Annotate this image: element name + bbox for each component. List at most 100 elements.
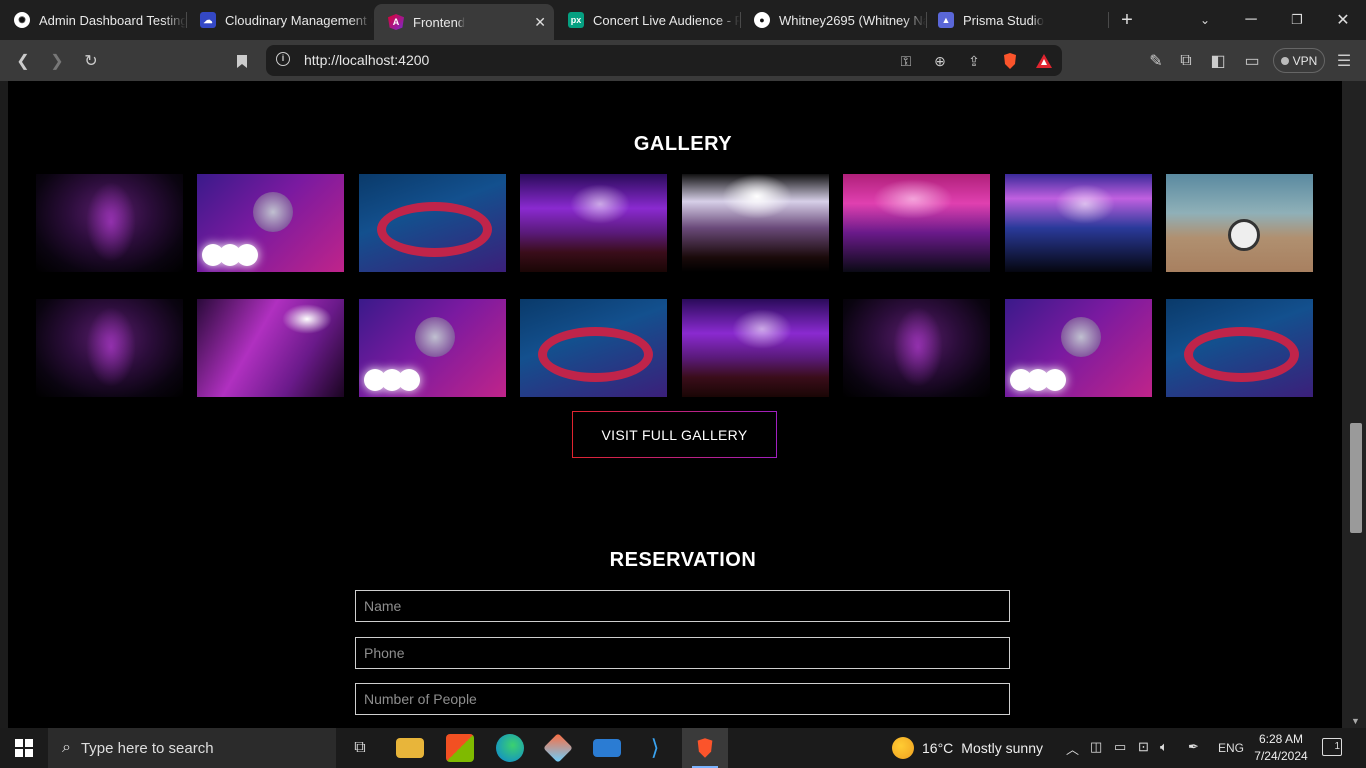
start-button[interactable] xyxy=(0,728,48,768)
page-viewport: GALLERY VISIT FULL GALLERY RESERVATION N… xyxy=(0,81,1366,728)
microsoft-store-icon[interactable] xyxy=(446,734,474,762)
taskbar-search-placeholder: Type here to search xyxy=(80,739,214,757)
visit-full-gallery-button[interactable]: VISIT FULL GALLERY xyxy=(572,411,777,458)
name-input[interactable] xyxy=(355,590,1010,622)
scrollbar-thumb[interactable] xyxy=(1350,423,1362,533)
gallery-image-drum-kit-beach[interactable] xyxy=(1166,174,1313,272)
notification-center-icon[interactable]: 1 xyxy=(1322,738,1342,756)
vpn-button[interactable]: VPN xyxy=(1273,48,1325,73)
gallery-image-red-headphones[interactable] xyxy=(1166,299,1313,397)
new-tab-button[interactable]: + xyxy=(1104,0,1150,40)
pen-icon[interactable]: ✒ xyxy=(1188,739,1199,755)
extensions-icon[interactable]: ⧉ xyxy=(1173,48,1199,74)
gallery-image-studio-headphones[interactable] xyxy=(36,174,183,272)
minimize-button[interactable]: ─ xyxy=(1228,0,1274,40)
angular-icon: A xyxy=(388,14,404,30)
clock-date: 7/24/2024 xyxy=(1254,749,1308,763)
windows-icon xyxy=(15,739,33,757)
language-indicator[interactable]: ENG xyxy=(1218,741,1244,755)
file-explorer-icon[interactable] xyxy=(396,738,424,758)
edge-icon[interactable] xyxy=(496,734,524,762)
task-view-icon[interactable]: ⧉ xyxy=(346,734,374,762)
gallery-image-concert-crowd-purple[interactable] xyxy=(682,299,829,397)
tab-title: Whitney2695 (Whitney Na xyxy=(779,12,926,28)
close-window-button[interactable]: ✕ xyxy=(1320,0,1366,40)
vpn-label: VPN xyxy=(1292,53,1318,68)
address-bar[interactable]: i http://localhost:4200 ⚿ ⊕ ⇪ xyxy=(266,45,1062,76)
scroll-down-arrow-icon[interactable]: ▼ xyxy=(1351,716,1360,726)
sidebar-icon[interactable]: ◧ xyxy=(1205,48,1231,74)
gallery-image-concert-crowd-blue[interactable] xyxy=(1005,174,1152,272)
gallery-title: GALLERY xyxy=(633,133,733,155)
search-icon: ⌕ xyxy=(62,739,71,756)
tab-pexels[interactable]: px Concert Live Audience - Fr xyxy=(554,0,740,40)
vscode-icon[interactable]: ⟩ xyxy=(641,734,669,762)
git-kraken-icon[interactable] xyxy=(543,733,573,763)
brave-rewards-icon[interactable] xyxy=(1034,51,1054,71)
taskbar-clock[interactable]: 6:28 AM 7/24/2024 xyxy=(1246,731,1316,765)
password-key-icon[interactable]: ⚿ xyxy=(896,51,916,71)
page-scrollbar[interactable]: ▼ xyxy=(1342,81,1366,728)
tab-title: Concert Live Audience - Fr xyxy=(593,12,740,28)
page-left-border xyxy=(0,81,8,728)
cloudinary-icon: ☁ xyxy=(200,12,216,28)
site-info-icon[interactable]: i xyxy=(276,52,290,66)
url-text[interactable]: http://localhost:4200 xyxy=(304,52,429,68)
show-hidden-icons-chevron-icon[interactable]: ︿ xyxy=(1066,739,1079,758)
github-icon: ● xyxy=(754,12,770,28)
wallet-icon[interactable]: ▭ xyxy=(1239,48,1265,74)
prisma-icon: ▲ xyxy=(938,12,954,28)
tab-title: Frontend xyxy=(413,14,466,30)
gallery-image-red-headphones[interactable] xyxy=(520,299,667,397)
mail-icon[interactable] xyxy=(593,739,621,757)
vpn-status-icon xyxy=(1280,56,1289,65)
gallery-image-studio-headphones[interactable] xyxy=(36,299,183,397)
network-icon[interactable]: ⊡ xyxy=(1138,739,1149,755)
tab-search-chevron-icon[interactable]: ⌄ xyxy=(1182,0,1228,40)
clock-time: 6:28 AM xyxy=(1258,732,1304,746)
gallery-image-red-headphones[interactable] xyxy=(359,174,506,272)
reservation-title: RESERVATION xyxy=(609,549,757,571)
gallery-image-concert-crowd-pyro[interactable] xyxy=(682,174,829,272)
taskbar-search[interactable]: ⌕ Type here to search xyxy=(48,728,336,768)
tab-prisma[interactable]: ▲ Prisma Studio xyxy=(924,0,1108,40)
notification-count: 1 xyxy=(1334,741,1340,752)
menu-icon[interactable]: ☰ xyxy=(1331,48,1357,74)
meet-now-icon[interactable]: ◫ xyxy=(1090,739,1102,755)
browser-tab-strip: ✺ Admin Dashboard Testing ☁ Cloudinary M… xyxy=(0,0,1366,40)
zoom-icon[interactable]: ⊕ xyxy=(930,51,950,71)
back-button[interactable]: ❮ xyxy=(10,48,36,74)
tab-admin-dashboard[interactable]: ✺ Admin Dashboard Testing xyxy=(0,0,186,40)
gallery-image-studio-headphones[interactable] xyxy=(843,299,990,397)
weather-temperature: 16°C xyxy=(922,740,954,756)
tab-cloudinary[interactable]: ☁ Cloudinary Management C xyxy=(186,0,372,40)
gallery-image-neon-microphone[interactable] xyxy=(1005,299,1152,397)
volume-icon[interactable]: 🔈︎ xyxy=(1160,739,1168,755)
openai-icon: ✺ xyxy=(14,12,30,28)
weather-description: Mostly sunny xyxy=(961,740,1043,756)
pexels-icon: px xyxy=(568,12,584,28)
brave-browser-icon xyxy=(691,734,719,762)
taskbar-brave-active[interactable] xyxy=(682,728,728,768)
tab-title: Prisma Studio xyxy=(963,12,1044,28)
phone-input[interactable] xyxy=(355,637,1010,669)
battery-icon[interactable]: ▭ xyxy=(1114,739,1126,755)
number-of-people-input[interactable] xyxy=(355,683,1010,715)
close-tab-icon[interactable]: ✕ xyxy=(534,14,546,31)
reload-button[interactable]: ↻ xyxy=(78,48,104,74)
gallery-image-concert-crowd-pink[interactable] xyxy=(843,174,990,272)
forward-button[interactable]: ❯ xyxy=(44,48,70,74)
tab-frontend[interactable]: A Frontend ✕ xyxy=(374,4,554,40)
weather-sun-icon xyxy=(892,737,914,759)
gallery-image-concert-crowd-purple[interactable] xyxy=(520,174,667,272)
share-icon[interactable]: ⇪ xyxy=(964,51,984,71)
gallery-image-neon-microphone[interactable] xyxy=(359,299,506,397)
eyedropper-icon[interactable]: ✎ xyxy=(1143,48,1169,74)
gallery-image-neon-microphone[interactable] xyxy=(197,174,344,272)
brave-shields-icon[interactable] xyxy=(1000,51,1020,71)
bookmark-icon[interactable] xyxy=(229,48,255,74)
tab-github[interactable]: ● Whitney2695 (Whitney Na xyxy=(740,0,926,40)
gallery-image-phone-recording-concert[interactable] xyxy=(197,299,344,397)
restore-button[interactable]: ❐ xyxy=(1274,0,1320,40)
weather-widget[interactable]: 16°C Mostly sunny xyxy=(892,728,1043,768)
